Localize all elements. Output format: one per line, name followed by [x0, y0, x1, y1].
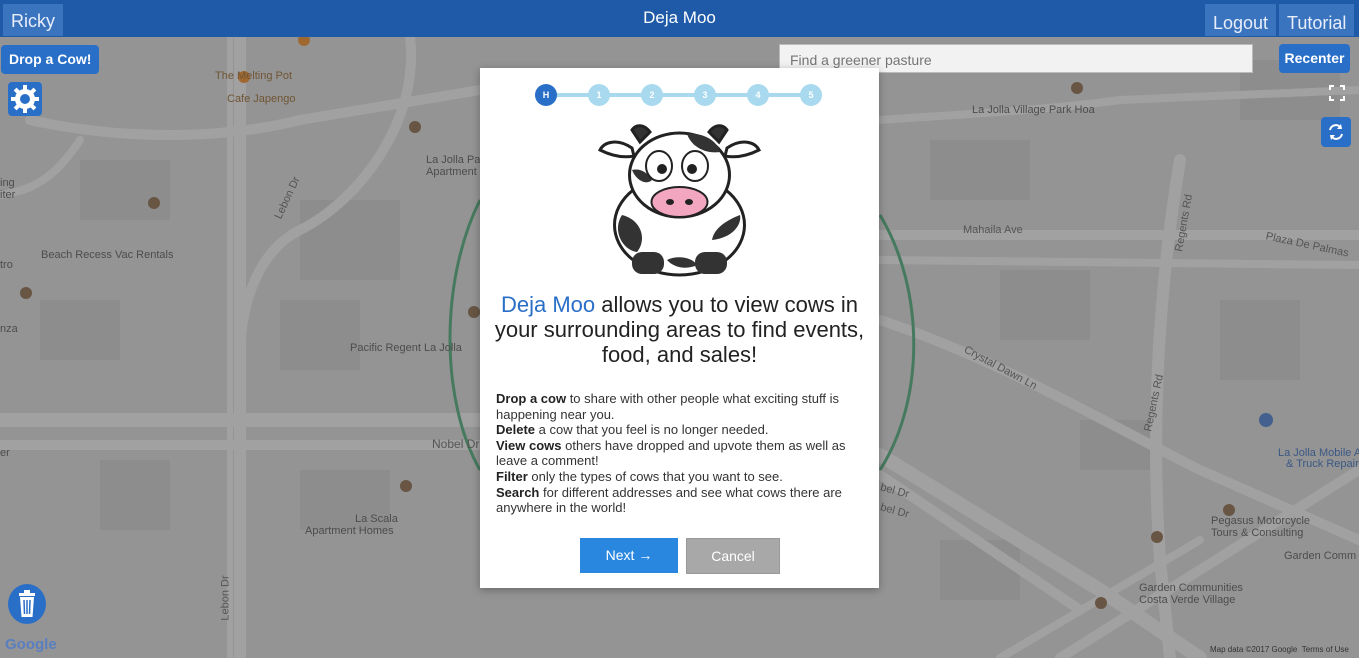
trash-button[interactable] — [8, 584, 46, 624]
desc-item-drop: Drop a cow to share with other people wh… — [496, 391, 868, 422]
desc-bold: Delete — [496, 422, 536, 438]
recenter-button[interactable]: Recenter — [1279, 44, 1350, 73]
step-h[interactable]: H — [535, 84, 557, 106]
desc-text: for different addresses and see what cow… — [496, 484, 842, 516]
app-title: Deja Moo — [643, 8, 716, 27]
refresh-button[interactable] — [1321, 117, 1351, 147]
step-1[interactable]: 1 — [588, 84, 610, 106]
step-3[interactable]: 3 — [694, 84, 716, 106]
tutorial-headline: Deja Moo allows you to view cows in your… — [494, 292, 865, 367]
logout-button[interactable]: Logout — [1205, 4, 1277, 36]
step-indicator: H 1 2 3 4 5 — [535, 83, 825, 109]
desc-item-delete: Delete a cow that you feel is no longer … — [496, 422, 868, 438]
map-attribution: Map data ©2017 Google Terms of Use — [1210, 645, 1349, 654]
cancel-button[interactable]: Cancel — [686, 538, 780, 574]
desc-text: only the types of cows that you want to … — [527, 468, 783, 484]
step-5[interactable]: 5 — [800, 84, 822, 106]
step-4[interactable]: 4 — [747, 84, 769, 106]
google-logo: Google — [5, 636, 57, 653]
desc-bold: Drop a cow — [496, 391, 567, 406]
trash-icon — [19, 590, 35, 617]
map-data-text: Map data ©2017 Google — [1210, 645, 1298, 654]
fullscreen-icon — [1329, 85, 1345, 101]
step-2[interactable]: 2 — [641, 84, 663, 106]
next-button[interactable]: Next → — [580, 538, 678, 573]
desc-bold: View cows — [496, 437, 562, 453]
headline-brand: Deja Moo — [500, 292, 596, 317]
desc-text: a cow that you feel is no longer needed. — [535, 422, 769, 438]
tutorial-modal: H 1 2 3 4 5 Deja Moo allows you to view … — [480, 68, 879, 588]
drop-cow-button[interactable]: Drop a Cow! — [1, 45, 100, 74]
settings-button[interactable] — [8, 82, 42, 116]
tutorial-button[interactable]: Tutorial — [1279, 4, 1355, 36]
desc-item-search: Search for different addresses and see w… — [496, 485, 868, 516]
fullscreen-button[interactable] — [1328, 84, 1346, 102]
desc-bold: Filter — [496, 468, 528, 484]
desc-item-view: View cows others have dropped and upvote… — [496, 438, 868, 469]
gear-icon — [11, 85, 39, 113]
tutorial-description: Drop a cow to share with other people wh… — [496, 391, 868, 516]
step-line — [546, 93, 811, 97]
top-bar: Ricky Deja Moo Logout Tutorial — [0, 0, 1359, 37]
cow-illustration — [597, 124, 762, 277]
refresh-icon — [1329, 124, 1343, 140]
desc-bold: Search — [496, 484, 540, 500]
desc-item-filter: Filter only the types of cows that you w… — [496, 469, 868, 485]
terms-link[interactable]: Terms of Use — [1302, 645, 1349, 654]
